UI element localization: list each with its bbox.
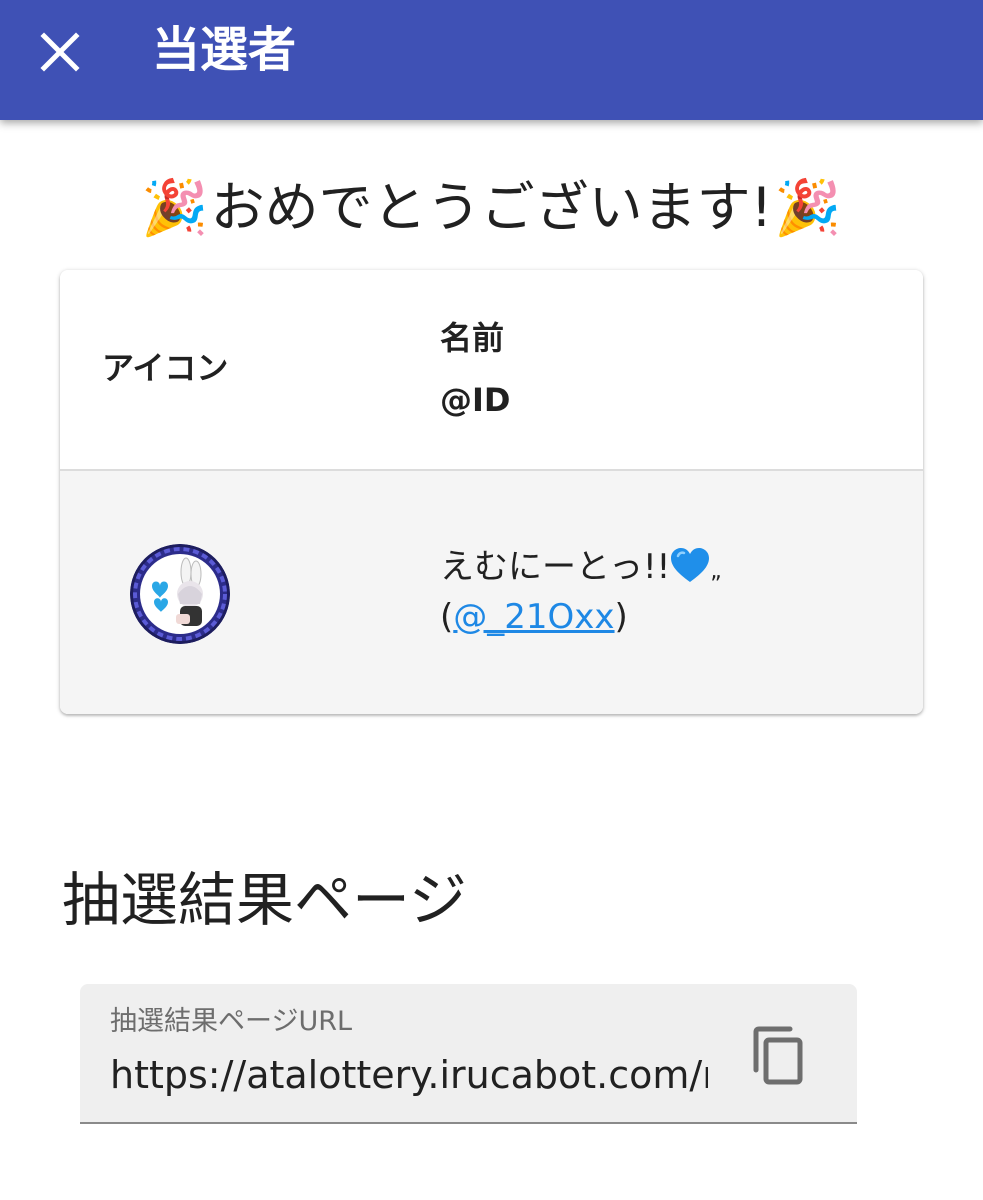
app-bar: 当選者 — [0, 0, 983, 120]
blue-heart-icon — [670, 547, 710, 587]
copy-button[interactable] — [742, 1020, 814, 1092]
party-popper-icon: 🎉 — [141, 176, 209, 239]
table-row: えむにーとっ!! „ (@_21Oxx) — [60, 471, 923, 714]
table-header: アイコン 名前 @ID — [60, 270, 923, 471]
result-url-input[interactable] — [110, 1050, 708, 1100]
party-popper-icon: 🎉 — [774, 176, 842, 239]
winner-id: (@_21Oxx) — [440, 595, 628, 639]
column-header-icon: アイコン — [102, 349, 229, 387]
result-page-heading: 抽選結果ページ — [62, 866, 467, 934]
winner-id-close-paren: ) — [614, 597, 628, 637]
winner-name-suffix: „ — [710, 559, 722, 584]
column-header-name: 名前 — [440, 319, 505, 357]
winner-name: えむにーとっ!! „ — [440, 545, 722, 594]
winner-name-text: えむにーとっ!! — [440, 547, 671, 587]
page-title: 当選者 — [152, 22, 297, 78]
close-icon — [40, 32, 80, 72]
close-button[interactable] — [24, 16, 96, 88]
result-url-label: 抽選結果ページURL — [110, 1006, 353, 1037]
column-header-id: @ID — [440, 381, 511, 419]
congratulations-text: おめでとうございます! — [210, 176, 773, 239]
winners-table: アイコン 名前 @ID えむにーとっ!! „ (@_21Oxx) — [60, 270, 923, 714]
winner-id-link[interactable]: @_21Oxx — [453, 597, 614, 637]
avatar — [130, 544, 230, 644]
congratulations-heading: 🎉 おめでとうございます! 🎉 — [0, 172, 983, 244]
copy-icon — [753, 1026, 803, 1085]
result-url-field[interactable]: 抽選結果ページURL — [80, 984, 857, 1124]
winner-id-open-paren: ( — [440, 597, 454, 637]
